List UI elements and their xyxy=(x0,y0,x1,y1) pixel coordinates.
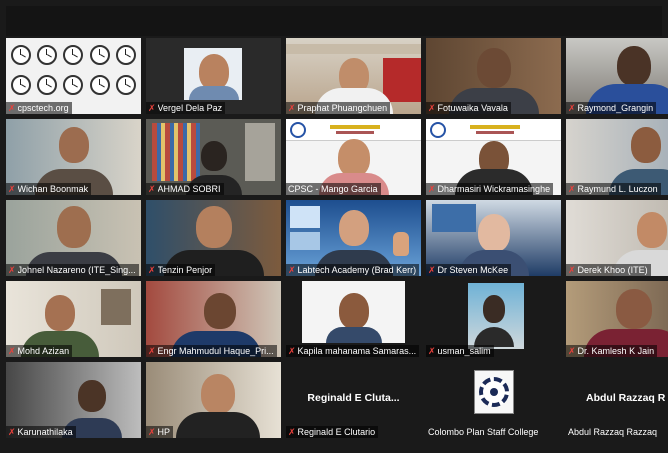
participant-tile-abdul[interactable]: Abdul Razzaq R Abdul Razzaq Razzaq xyxy=(566,362,668,438)
participant-name-label: Abdul Razzaq Razzaq xyxy=(568,427,658,437)
participant-tile-praphat[interactable]: ✗ Praphat Phuangchuen xyxy=(286,38,421,114)
microphone-muted-icon: ✗ xyxy=(8,346,16,356)
microphone-muted-icon: ✗ xyxy=(8,184,16,194)
clock-icon xyxy=(37,45,58,65)
participant-name-label: ✗ Labtech Academy (Brad Kerr) xyxy=(286,264,420,276)
participant-name-label: ✗ Derek Khoo (ITE) xyxy=(566,264,651,276)
thumbs-up-gesture xyxy=(393,232,409,256)
clock-icon xyxy=(11,75,32,95)
microphone-muted-icon: ✗ xyxy=(148,103,156,113)
participant-name-label: ✗ Dr. Kamlesh K Jain xyxy=(566,345,658,357)
participant-tile-ahmad[interactable]: ✗ AHMAD SOBRI xyxy=(146,119,281,195)
microphone-muted-icon: ✗ xyxy=(568,346,576,356)
participant-name-label: ✗ Tenzin Penjor xyxy=(146,264,216,276)
participant-name-label: ✗ cpsctech.org xyxy=(6,102,72,114)
clock-icon xyxy=(89,75,110,95)
microphone-muted-icon: ✗ xyxy=(288,265,296,275)
participant-name-label: ✗ Dr Steven McKee xyxy=(426,264,512,276)
microphone-muted-icon: ✗ xyxy=(568,265,576,275)
clock-icon xyxy=(89,45,110,65)
participant-name-label: ✗ Mohd Azizan xyxy=(6,345,73,357)
participant-name-label: ✗ Johnel Nazareno (ITE_Sing... xyxy=(6,264,139,276)
microphone-muted-icon: ✗ xyxy=(428,265,436,275)
microphone-muted-icon: ✗ xyxy=(288,346,296,356)
participant-display-name: Abdul Razzaq R xyxy=(586,392,666,404)
clock-icon xyxy=(63,45,84,65)
participant-tile-usman[interactable]: ✗ usman_salim xyxy=(426,281,561,357)
microphone-muted-icon: ✗ xyxy=(568,184,576,194)
participant-tile-cpsc-mango[interactable]: CPSC - Mango Garcia xyxy=(286,119,421,195)
clock-icon xyxy=(63,75,84,95)
participant-tile-raymund[interactable]: ✗ Raymund L. Luczon xyxy=(566,119,668,195)
world-clocks xyxy=(8,40,139,100)
participant-name-label: ✗ HP xyxy=(146,426,174,438)
cpsc-logo-icon xyxy=(430,122,446,138)
clock-icon xyxy=(115,75,136,95)
cpsc-logo xyxy=(473,370,514,414)
zoom-window: ✗ cpsctech.org ✗ Vergel Dela Paz ✗ Praph… xyxy=(0,0,668,453)
gear-logo-icon xyxy=(478,377,509,407)
participant-name-label: CPSC - Mango Garcia xyxy=(286,183,381,195)
microphone-muted-icon: ✗ xyxy=(148,427,156,437)
participant-tile-dharmasiri[interactable]: ✗ Dharmasiri Wickramasinghe xyxy=(426,119,561,195)
participant-tile-steven[interactable]: ✗ Dr Steven McKee xyxy=(426,200,561,276)
participant-tile-vergel[interactable]: ✗ Vergel Dela Paz xyxy=(146,38,281,114)
microphone-muted-icon: ✗ xyxy=(8,427,16,437)
participant-tile-kamlesh[interactable]: ✗ Dr. Kamlesh K Jain xyxy=(566,281,668,357)
cpsc-banner xyxy=(426,119,561,141)
participant-tile-fotuwaika[interactable]: ✗ Fotuwaika Vavala xyxy=(426,38,561,114)
participant-tile-mohd[interactable]: ✗ Mohd Azizan xyxy=(6,281,141,357)
participant-tile-labtech[interactable]: ✗ Labtech Academy (Brad Kerr) xyxy=(286,200,421,276)
participant-tile-wichan[interactable]: ✗ Wichan Boonmak xyxy=(6,119,141,195)
microphone-muted-icon: ✗ xyxy=(288,103,296,113)
participant-name-label: ✗ Dharmasiri Wickramasinghe xyxy=(426,183,554,195)
participant-tile-derek[interactable]: ✗ Derek Khoo (ITE) xyxy=(566,200,668,276)
microphone-muted-icon: ✗ xyxy=(148,346,156,356)
top-toolbar xyxy=(6,6,662,36)
cpsc-banner xyxy=(286,119,421,141)
gallery-grid: ✗ cpsctech.org ✗ Vergel Dela Paz ✗ Praph… xyxy=(6,38,668,440)
participant-tile-raymond-grangin[interactable]: ✗ Raymond_Grangin xyxy=(566,38,668,114)
participant-name-label: ✗ AHMAD SOBRI xyxy=(146,183,224,195)
microphone-muted-icon: ✗ xyxy=(148,184,156,194)
participant-tile-johnel[interactable]: ✗ Johnel Nazareno (ITE_Sing... xyxy=(6,200,141,276)
participant-tile-karunathilaka[interactable]: ✗ Karunathilaka xyxy=(6,362,141,438)
participant-tile-colombo-plan[interactable]: Colombo Plan Staff College xyxy=(426,362,561,438)
participant-tile-mahmudul[interactable]: ✗ Engr Mahmudul Haque_Pri... xyxy=(146,281,281,357)
microphone-muted-icon: ✗ xyxy=(428,184,436,194)
participant-name-label: ✗ Wichan Boonmak xyxy=(6,183,92,195)
clock-icon xyxy=(115,45,136,65)
participant-name-label: ✗ Fotuwaika Vavala xyxy=(426,102,511,114)
participant-name-label: ✗ Kapila mahanama Samaras... xyxy=(286,345,420,357)
cpsc-logo-icon xyxy=(290,122,306,138)
microphone-muted-icon: ✗ xyxy=(428,103,436,113)
participant-tile-reginald[interactable]: Reginald E Cluta... ✗ Reginald E Clutari… xyxy=(286,362,421,438)
participant-name-label: ✗ Vergel Dela Paz xyxy=(146,102,226,114)
microphone-muted-icon: ✗ xyxy=(148,265,156,275)
microphone-muted-icon: ✗ xyxy=(568,103,576,113)
participant-name-label: ✗ Praphat Phuangchuen xyxy=(286,102,391,114)
microphone-muted-icon: ✗ xyxy=(428,346,436,356)
participant-name-label: ✗ Raymond_Grangin xyxy=(566,102,657,114)
participant-tile-tenzin[interactable]: ✗ Tenzin Penjor xyxy=(146,200,281,276)
clock-icon xyxy=(11,45,32,65)
participant-name-label: ✗ usman_salim xyxy=(426,345,494,357)
participant-display-name: Reginald E Cluta... xyxy=(307,392,400,404)
participant-name-label: ✗ Karunathilaka xyxy=(6,426,76,438)
participant-tile-hp[interactable]: ✗ HP xyxy=(146,362,281,438)
participant-name-label: ✗ Engr Mahmudul Haque_Pri... xyxy=(146,345,277,357)
participant-tile-cpsctech[interactable]: ✗ cpsctech.org xyxy=(6,38,141,114)
participant-name-label: ✗ Raymund L. Luczon xyxy=(566,183,661,195)
microphone-muted-icon: ✗ xyxy=(8,103,16,113)
participant-name-label: ✗ Reginald E Clutario xyxy=(286,426,379,438)
participant-name-label: Colombo Plan Staff College xyxy=(428,427,539,437)
microphone-muted-icon: ✗ xyxy=(288,427,296,437)
clock-icon xyxy=(37,75,58,95)
microphone-muted-icon: ✗ xyxy=(8,265,16,275)
participant-tile-kapila[interactable]: ✗ Kapila mahanama Samaras... xyxy=(286,281,421,357)
